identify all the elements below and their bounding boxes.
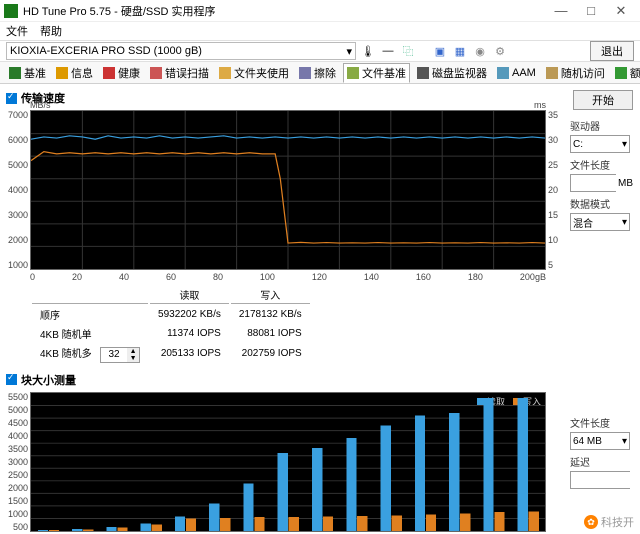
extra-icon [615,67,627,79]
screenshot-icon[interactable]: ▦ [452,43,468,59]
tab-aam[interactable]: AAM [494,66,539,80]
chevron-down-icon: ▾ [622,217,627,228]
folder-icon [219,67,231,79]
errorscan-icon [150,67,162,79]
c1-yaxis-right: 3530252015105 [548,110,564,270]
random-icon [546,67,558,79]
copy-icon[interactable]: ⿻ [400,43,416,59]
c1-yaxis: 7000600050004000300020001000 [8,110,28,270]
dash-icon: — [380,43,396,59]
chevron-down-icon: ▾ [622,436,627,447]
tab-info[interactable]: 信息 [53,64,96,82]
tab-erase[interactable]: 擦除 [296,64,339,82]
drive-field-label: 驱动器 [570,118,636,133]
mode-label: 数据模式 [570,196,636,211]
delay-spinner[interactable]: ▲▼ [570,471,630,489]
menu-file[interactable]: 文件 [6,23,28,39]
blocksize-chart: 读取 写入 [30,392,546,532]
filelen-label: 文件长度 [570,157,636,172]
window-title: HD Tune Pro 5.75 - 硬盘/SSD 实用程序 [23,3,546,19]
transfer-checkbox[interactable] [6,93,17,104]
filebench-icon [347,67,359,79]
camera-icon[interactable]: ◉ [472,43,488,59]
table-row: 4KB 随机多 ▲▼ 205133 IOPS202759 IOPS [32,344,310,364]
drive-selected: KIOXIA-EXCERIA PRO SSD (1000 gB) [10,45,202,57]
filelen-spinner[interactable]: ▲▼ [570,174,616,192]
qd-spinner[interactable]: ▲▼ [100,347,140,363]
c1-xaxis: 020406080100120140160180200gB [30,272,546,282]
info-icon [56,67,68,79]
temp-icon[interactable]: 🌡 [360,43,376,59]
chevron-down-icon: ▾ [346,45,352,58]
maximize-button[interactable]: □ [576,3,606,18]
tab-filebench[interactable]: 文件基准 [343,63,410,83]
drive-select[interactable]: KIOXIA-EXCERIA PRO SSD (1000 gB) ▾ [6,42,356,60]
blocksize-label: 块大小测量 [21,372,76,388]
tab-health[interactable]: 健康 [100,64,143,82]
blocksize-checkbox[interactable] [6,374,17,385]
watermark: ✿ 科技开 [584,514,634,530]
benchmark-icon [9,67,21,79]
exit-button[interactable]: 退出 [590,41,634,61]
tab-extra[interactable]: 额外测试 [612,64,640,82]
c1-ylabel-r: ms [534,100,546,110]
results-table: 读取写入 顺序5932202 KB/s2178132 KB/s 4KB 随机单1… [30,284,312,366]
c1-ylabel: MB/s [30,100,51,110]
tab-random[interactable]: 随机访问 [543,64,608,82]
health-icon [103,67,115,79]
table-row: 4KB 随机单11374 IOPS88081 IOPS [32,325,310,342]
tab-errorscan[interactable]: 错误扫描 [147,64,212,82]
chevron-down-icon: ▾ [622,139,627,150]
toolbar: KIOXIA-EXCERIA PRO SSD (1000 gB) ▾ 🌡 — ⿻… [0,40,640,62]
titlebar: HD Tune Pro 5.75 - 硬盘/SSD 实用程序 — □ ✕ [0,0,640,22]
tab-monitor[interactable]: 磁盘监视器 [414,64,490,82]
settings-icon[interactable]: ⚙ [492,43,508,59]
erase-icon [299,67,311,79]
menu-help[interactable]: 帮助 [40,23,62,39]
save-icon[interactable]: ▣ [432,43,448,59]
minimize-button[interactable]: — [546,3,576,18]
sidebar: 开始 驱动器 C:▾ 文件长度 ▲▼ MB 数据模式 混合▾ 文件长度 64 M… [570,84,640,532]
close-button[interactable]: ✕ [606,3,636,19]
menubar: 文件 帮助 [0,22,640,40]
filelen2-select[interactable]: 64 MB▾ [570,432,630,450]
tabbar: 基准 信息 健康 错误扫描 文件夹使用 擦除 文件基准 磁盘监视器 AAM 随机… [0,62,640,84]
tab-benchmark[interactable]: 基准 [6,64,49,82]
weibo-icon: ✿ [584,515,598,529]
monitor-icon [417,67,429,79]
transfer-chart [30,110,546,270]
mode-select[interactable]: 混合▾ [570,213,630,231]
aam-icon [497,67,509,79]
tab-folder[interactable]: 文件夹使用 [216,64,292,82]
filelen2-label: 文件长度 [570,415,636,430]
app-icon [4,4,18,18]
delay-label: 延迟 [570,454,636,469]
table-row: 顺序5932202 KB/s2178132 KB/s [32,306,310,323]
drive-letter-select[interactable]: C:▾ [570,135,630,153]
c2-yaxis: 5500500045004000350030002500200015001000… [8,392,28,532]
start-button[interactable]: 开始 [573,90,633,110]
